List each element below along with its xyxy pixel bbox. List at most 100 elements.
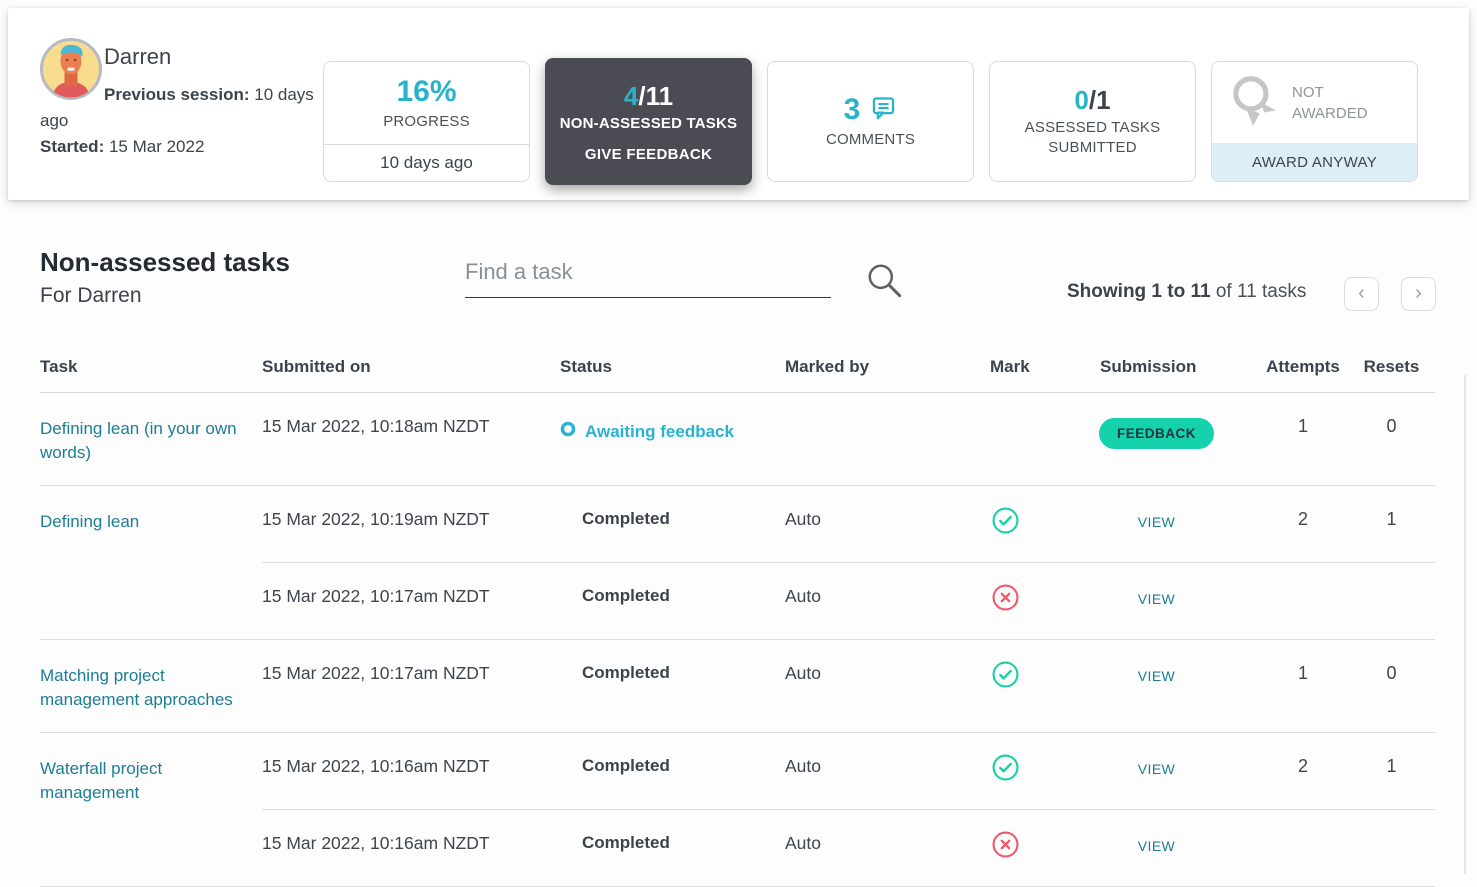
column-header-submission: Submission: [1100, 357, 1197, 376]
results-summary: Showing 1 to 11 of 11 tasks: [1067, 281, 1307, 302]
marked-by-cell: Auto: [785, 586, 821, 606]
view-link[interactable]: VIEW: [1138, 510, 1175, 534]
status-cell: Completed: [582, 833, 670, 852]
student-info: Darren Previous session: 10 days ago Sta…: [40, 36, 330, 160]
resets-cell: 0: [1386, 416, 1397, 436]
submitted-cell: 15 Mar 2022, 10:19am NZDT: [262, 509, 490, 529]
student-name: Darren: [104, 44, 172, 69]
marked-by-cell: [785, 414, 990, 449]
task-row-group: Matching project management approaches 1…: [40, 640, 1435, 733]
progress-footer: 10 days ago: [324, 144, 529, 181]
search-icon[interactable]: [864, 260, 906, 307]
attempts-cell: 1: [1297, 663, 1308, 683]
chevron-left-icon: ‹: [1358, 282, 1365, 304]
scrollbar-track[interactable]: [1464, 375, 1466, 874]
mark-cell: [990, 661, 1100, 694]
non-assessed-label: NON-ASSESSED TASKS: [559, 114, 738, 132]
assessed-tasks-card: 0/1 ASSESSED TASKS SUBMITTED: [989, 61, 1196, 182]
submission-row: 15 Mar 2022, 10:17am NZDT Completed Auto…: [262, 640, 1435, 716]
attempts-cell: 2: [1297, 509, 1308, 529]
avatar: [40, 38, 102, 100]
column-header-resets: Resets: [1363, 357, 1420, 376]
submission-cell: FEEDBACK: [1099, 414, 1258, 449]
award-status: NOT AWARDED: [1292, 83, 1368, 122]
non-assessed-tasks-card[interactable]: 4/11 NON-ASSESSED TASKS GIVE FEEDBACK: [545, 58, 752, 185]
submission-cell: VIEW: [1100, 661, 1258, 694]
marked-by-cell: Auto: [785, 663, 821, 683]
section-title-block: Non-assessed tasks For Darren: [40, 247, 290, 308]
task-search: [465, 255, 831, 298]
assessed-value: 0/1: [1074, 85, 1111, 115]
pass-icon: [992, 661, 1019, 692]
page-title: Non-assessed tasks: [40, 247, 291, 277]
status-cell: Completed: [582, 663, 670, 682]
column-header-attempts: Attempts: [1266, 357, 1340, 376]
status-cell: Completed: [582, 509, 670, 528]
award-anyway-button[interactable]: AWARD ANYWAY: [1212, 143, 1417, 181]
award-card: NOT AWARDED AWARD ANYWAY: [1211, 61, 1418, 182]
task-link[interactable]: Matching project management approaches: [40, 640, 262, 732]
column-header-task: Task: [40, 357, 78, 376]
task-search-input[interactable]: [465, 255, 831, 298]
submitted-cell: 15 Mar 2022, 10:17am NZDT: [262, 586, 490, 606]
comments-card: 3 COMMENTS: [767, 61, 974, 182]
task-row-group: Defining lean (in your own words) 15 Mar…: [40, 393, 1435, 486]
feedback-button[interactable]: FEEDBACK: [1099, 418, 1215, 449]
submission-row: 15 Mar 2022, 10:18am NZDT Awaiting feedb…: [262, 393, 1435, 471]
marked-by-cell: Auto: [785, 509, 821, 529]
prev-page-button[interactable]: ‹: [1344, 277, 1379, 311]
non-assessed-value: 4/11: [623, 80, 674, 111]
started-label: Started:: [40, 137, 105, 156]
status-cell: Completed: [582, 586, 670, 605]
progress-label: PROGRESS: [383, 112, 470, 130]
task-link[interactable]: Defining lean (in your own words): [40, 393, 262, 485]
task-row-group: Waterfall project management 15 Mar 2022…: [40, 733, 1435, 887]
marked-by-cell: Auto: [785, 756, 821, 776]
column-header-status: Status: [560, 357, 612, 376]
view-link[interactable]: VIEW: [1138, 834, 1175, 858]
submission-cell: VIEW: [1100, 584, 1258, 617]
view-link[interactable]: VIEW: [1138, 757, 1175, 781]
task-link[interactable]: Waterfall project management: [40, 733, 262, 886]
submitted-cell: 15 Mar 2022, 10:16am NZDT: [262, 756, 490, 776]
submission-cell: VIEW: [1100, 507, 1258, 540]
mark-cell: [990, 507, 1100, 540]
resets-cell: 0: [1386, 663, 1397, 683]
pass-icon: [992, 754, 1019, 785]
fail-icon: [992, 584, 1019, 615]
progress-card: 16% PROGRESS 10 days ago: [323, 61, 530, 182]
mark-cell: [990, 831, 1100, 864]
attempts-cell: 1: [1297, 416, 1308, 436]
resets-cell: [1348, 831, 1435, 864]
progress-value: 16%: [396, 74, 457, 108]
assessed-label: ASSESSED TASKS SUBMITTED: [1024, 119, 1161, 156]
resets-cell: 1: [1386, 756, 1397, 776]
student-summary-header: Darren Previous session: 10 days ago Sta…: [8, 8, 1469, 200]
resets-cell: 1: [1386, 509, 1397, 529]
submission-row: 15 Mar 2022, 10:16am NZDT Completed Auto…: [262, 733, 1435, 809]
tasks-table: Task Submitted on Status Marked by Mark …: [40, 357, 1435, 887]
submission-row: 15 Mar 2022, 10:17am NZDT Completed Auto…: [262, 562, 1435, 639]
view-link[interactable]: VIEW: [1138, 587, 1175, 611]
comment-icon: [870, 94, 897, 126]
mark-cell: [990, 414, 1100, 449]
task-link[interactable]: Defining lean: [40, 486, 262, 639]
started-value: 15 Mar 2022: [108, 137, 205, 156]
task-row-group: Defining lean 15 Mar 2022, 10:19am NZDT …: [40, 486, 1435, 640]
column-header-submitted: Submitted on: [262, 357, 371, 376]
submitted-cell: 15 Mar 2022, 10:17am NZDT: [262, 663, 490, 683]
status-cell: Completed: [582, 756, 670, 775]
comments-label: COMMENTS: [825, 131, 916, 148]
next-page-button[interactable]: ›: [1401, 277, 1436, 311]
pass-icon: [992, 507, 1019, 538]
submission-cell: VIEW: [1100, 754, 1258, 787]
view-link[interactable]: VIEW: [1138, 664, 1175, 688]
award-medal-icon: [1226, 72, 1282, 133]
status-cell: Awaiting feedback: [560, 414, 785, 449]
column-header-marked-by: Marked by: [785, 357, 870, 376]
marked-by-cell: Auto: [785, 833, 821, 853]
submitted-cell: 15 Mar 2022, 10:16am NZDT: [262, 833, 490, 853]
attempts-cell: [1258, 584, 1348, 617]
submission-row: 15 Mar 2022, 10:19am NZDT Completed Auto…: [262, 486, 1435, 562]
give-feedback-action[interactable]: GIVE FEEDBACK: [585, 146, 712, 163]
